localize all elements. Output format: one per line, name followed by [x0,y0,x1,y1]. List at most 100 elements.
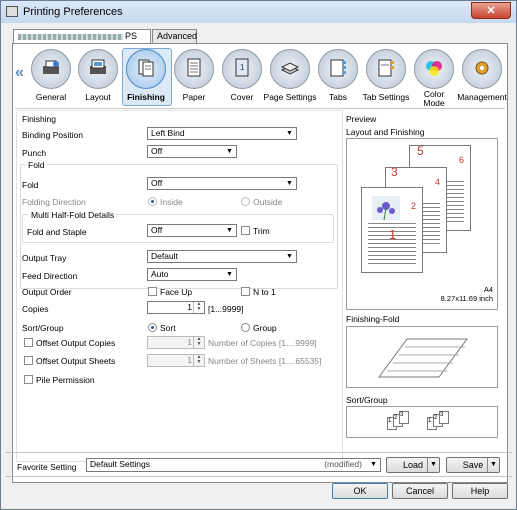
icon-bar-separator [15,108,505,109]
fold-select[interactable]: Off ▼ [147,177,297,190]
color-mode-icon [426,61,442,76]
printing-preferences-window: Printing Preferences ✕ PS Advanced « » G… [0,0,517,510]
window-title: Printing Preferences [23,6,123,18]
chevron-down-icon: ▼ [286,180,293,187]
category-management[interactable]: Management [457,46,507,106]
fold-staple-label: Fold and Staple [27,227,87,237]
offset-copies-checkbox[interactable] [24,338,33,347]
printer-name-blurred [18,33,123,40]
help-button[interactable]: Help [452,483,508,499]
chevron-down-icon: ▼ [370,461,377,468]
category-finishing[interactable]: Finishing [122,46,170,106]
n-to-1-label: N to 1 [253,287,276,297]
fold-staple-select[interactable]: Off ▼ [147,224,237,237]
cancel-button[interactable]: Cancel [392,483,448,499]
category-tabs[interactable]: Tabs [314,46,362,106]
favorite-separator [5,452,512,453]
page-settings-icon [280,62,300,75]
chevron-down-icon: ▼ [286,253,293,260]
multi-half-fold-title: Multi Half-Fold Details [29,210,117,220]
sort-radio[interactable] [148,323,157,332]
group-label: Group [253,323,277,333]
category-cover[interactable]: 1 Cover [218,46,266,106]
layout-icon [90,59,106,74]
offset-copies-hint: Number of Copies [1....9999] [208,338,317,348]
chevron-down-icon[interactable]: ▼ [427,458,439,472]
copies-range: [1...9999] [208,304,244,314]
management-icon [475,61,489,75]
tab-advanced[interactable]: Advanced [152,29,197,43]
ok-button[interactable]: OK [332,483,388,499]
settings-panel: « » General Layout Finishing Pape [12,43,508,483]
category-paper[interactable]: Paper [170,46,218,106]
offset-sheets-checkbox[interactable] [24,356,33,365]
spinner-arrows-icon[interactable]: ▲ ▼ [193,302,204,313]
spinner-arrows-icon[interactable]: ▲ ▼ [193,355,204,366]
tab-printer[interactable]: PS [13,29,151,44]
title-bar: Printing Preferences ✕ [1,1,516,23]
save-button[interactable]: Save ▼ [446,457,500,473]
page-number: 3 [391,165,398,179]
trim-label: Trim [253,226,270,236]
group-radio[interactable] [241,323,250,332]
general-icon [43,60,59,74]
page-number: 2 [411,201,417,211]
modified-indicator: (modified) [324,459,362,469]
outside-label: Outside [253,197,283,207]
inside-radio[interactable] [148,197,157,206]
flower-image-icon [372,196,400,220]
sort-group-label: Sort/Group [22,323,64,333]
favorite-setting-select[interactable]: Default Settings (modified) ▼ [86,458,381,472]
chevron-down-icon: ▼ [226,227,233,234]
pile-permission-checkbox[interactable] [24,375,33,384]
inside-label: Inside [160,197,183,207]
category-icon-bar: « » General Layout Finishing Pape [13,46,507,108]
folding-direction-label: Folding Direction [22,197,86,207]
offset-sheets-label: Offset Output Sheets [36,356,116,366]
offset-copies-label: Offset Output Copies [36,338,116,348]
svg-text:1: 1 [240,63,245,72]
copies-spinner[interactable]: 1 ▲ ▼ [147,301,205,314]
offset-sheets-spinner[interactable]: 1 ▲ ▼ [147,354,205,367]
page-number: 4 [435,177,441,187]
outside-radio[interactable] [241,197,250,206]
spinner-arrows-icon[interactable]: ▲ ▼ [193,337,204,348]
layout-preview: 5 6 3 4 1 2 A4 8.27x11.69 inch [346,138,498,310]
pile-permission-label: Pile Permission [36,375,95,385]
trim-checkbox[interactable] [241,226,250,235]
feed-direction-select[interactable]: Auto ▼ [147,268,237,281]
sort-group-preview-label: Sort/Group [346,395,388,405]
scroll-left-arrow[interactable]: « [15,64,24,82]
output-tray-label: Output Tray [22,253,67,263]
close-button[interactable]: ✕ [471,2,511,19]
category-color-mode[interactable]: Color Mode [410,46,458,108]
output-tray-select[interactable]: Default ▼ [147,250,297,263]
chevron-down-icon[interactable]: ▼ [487,458,499,472]
fold-label: Fold [22,180,39,190]
tab-settings-icon [378,59,394,77]
paper-size: A4 [483,285,493,294]
preview-title: Preview [346,114,377,124]
finishing-fold-label: Finishing-Fold [346,314,400,324]
cover-icon: 1 [235,58,249,77]
chevron-down-icon: ▼ [226,271,233,278]
page-number: 1 [389,227,397,242]
binding-position-select[interactable]: Left Bind ▼ [147,127,297,140]
offset-copies-spinner[interactable]: 1 ▲ ▼ [147,336,205,349]
load-button[interactable]: Load ▼ [386,457,440,473]
punch-select[interactable]: Off ▼ [147,145,237,158]
page-number: 5 [417,144,424,158]
chevron-down-icon: ▼ [226,148,233,155]
favorite-setting-label: Favorite Setting [17,462,77,472]
n-to-1-checkbox[interactable] [241,287,250,296]
printer-icon [6,6,18,17]
face-up-checkbox[interactable] [148,287,157,296]
offset-sheets-hint: Number of Sheets [1....65535] [208,356,322,366]
category-layout[interactable]: Layout [74,46,122,106]
output-order-label: Output Order [22,287,72,297]
punch-label: Punch [22,148,47,158]
category-page-settings[interactable]: Page Settings [264,46,316,106]
paper-dimensions: 8.27x11.69 inch [440,294,493,303]
feed-direction-label: Feed Direction [22,271,78,281]
category-tab-settings[interactable]: Tab Settings [362,46,410,106]
